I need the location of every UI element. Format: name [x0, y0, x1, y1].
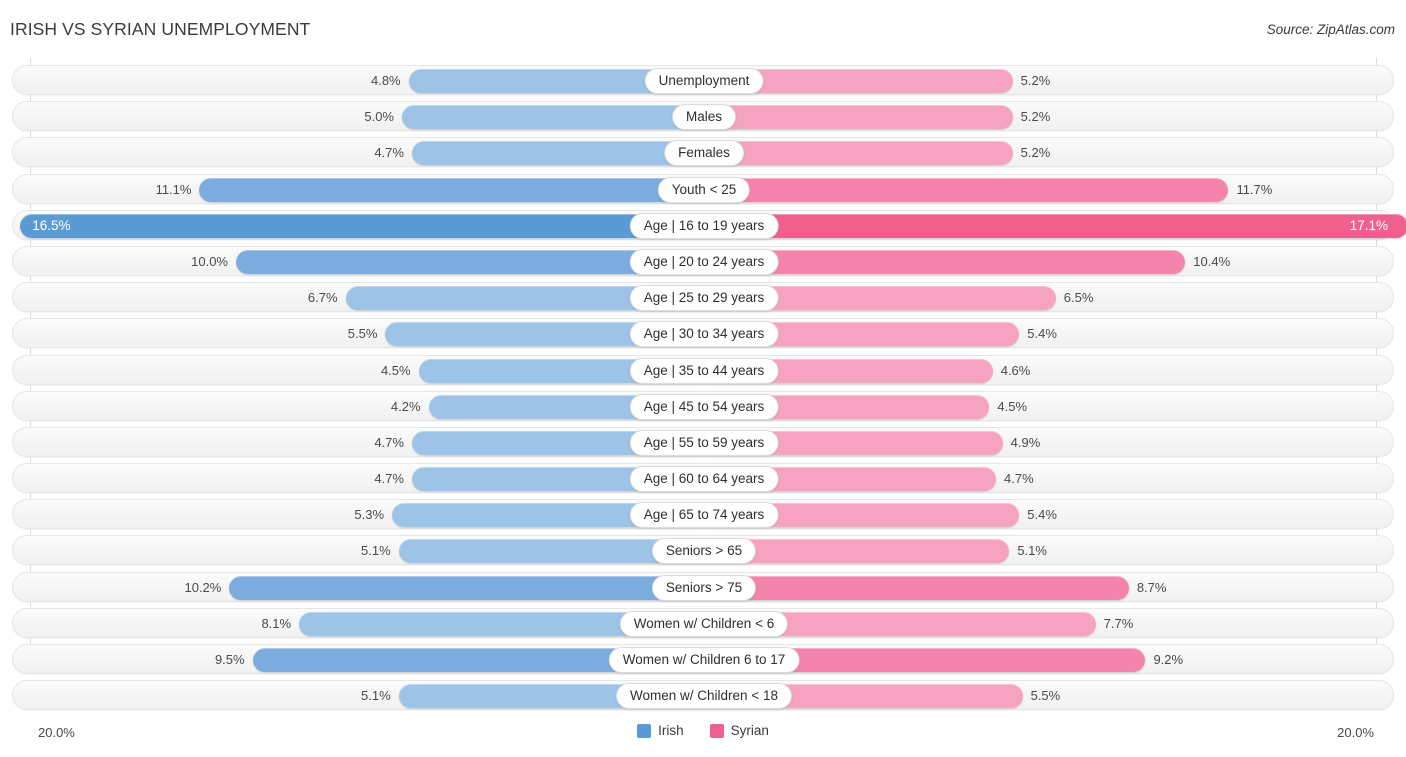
bar-row[interactable]: 5.1% 5.1% Seniors > 65 [12, 535, 1394, 566]
legend-swatch-icon [637, 723, 652, 738]
category-label[interactable]: Age | 65 to 74 years [629, 502, 779, 529]
category-label[interactable]: Age | 45 to 54 years [629, 393, 779, 420]
category-label[interactable]: Age | 16 to 19 years [629, 212, 779, 239]
bar-value-syrian: 5.2% [1020, 145, 1051, 161]
chart-page: IRISH VS SYRIAN UNEMPLOYMENT Source: Zip… [0, 0, 1406, 757]
source-attribution: Source: ZipAtlas.com [1266, 22, 1395, 37]
bar-value-irish: 10.0% [191, 253, 228, 269]
legend-item[interactable]: Irish [637, 723, 684, 738]
chart-footer: 20.0% 20.0% Irish Syrian [0, 711, 1406, 757]
legend-label: Irish [658, 723, 684, 738]
bar-value-syrian: 4.6% [1000, 362, 1031, 378]
category-label[interactable]: Seniors > 75 [651, 574, 757, 601]
bar-value-irish: 4.8% [370, 73, 401, 88]
category-label[interactable]: Age | 55 to 59 years [629, 429, 779, 456]
bar-row[interactable]: 4.2% 4.5% Age | 45 to 54 years [12, 390, 1394, 421]
bar-syrian [704, 177, 1229, 202]
bar-value-syrian: 7.7% [1103, 615, 1134, 631]
bar-value-syrian: 5.5% [1030, 688, 1061, 704]
bar-syrian [704, 105, 1013, 130]
bar-row[interactable]: 10.0% 10.4% Age | 20 to 24 years [12, 245, 1394, 276]
bar-value-irish: 4.7% [374, 434, 404, 450]
bar-row[interactable]: 8.1% 7.7% Women w/ Children < 6 [12, 607, 1394, 638]
bar-value-syrian: 5.2% [1020, 73, 1051, 88]
bar-value-irish: 16.5% [32, 217, 71, 233]
bar-row[interactable]: 4.8% 5.2% Unemployment [12, 65, 1394, 95]
category-label[interactable]: Age | 60 to 64 years [629, 466, 779, 493]
legend-label: Syrian [730, 723, 769, 738]
bar-row[interactable]: 10.2% 8.7% Seniors > 75 [12, 571, 1394, 602]
chart-legend: Irish Syrian [0, 723, 1406, 738]
bar-row[interactable]: 4.7% 5.2% Females [12, 137, 1394, 168]
bar-row[interactable]: 5.1% 5.5% Women w/ Children < 18 [12, 680, 1394, 711]
category-label[interactable]: Unemployment [644, 68, 764, 94]
bar-value-irish: 9.5% [214, 652, 245, 667]
chart-header: IRISH VS SYRIAN UNEMPLOYMENT Source: Zip… [0, 0, 1406, 58]
category-label[interactable]: Age | 35 to 44 years [629, 357, 779, 384]
bar-value-irish: 11.1% [155, 181, 192, 197]
bar-value-syrian: 4.9% [1010, 434, 1041, 450]
category-label[interactable]: Seniors > 65 [651, 538, 757, 565]
bar-row[interactable]: 5.0% 5.2% Males [12, 101, 1394, 132]
category-label[interactable]: Age | 30 to 34 years [629, 321, 779, 348]
bar-row[interactable]: 5.5% 5.4% Age | 30 to 34 years [12, 318, 1394, 349]
bar-value-syrian: 17.1% [1349, 217, 1388, 233]
page-title: IRISH VS SYRIAN UNEMPLOYMENT [10, 19, 311, 39]
bar-row[interactable]: 4.7% 4.9% Age | 55 to 59 years [12, 426, 1394, 457]
category-label[interactable]: Youth < 25 [657, 176, 751, 203]
bar-syrian [704, 213, 1406, 238]
bar-irish [229, 575, 704, 600]
bar-value-irish: 5.5% [347, 326, 378, 342]
category-label[interactable]: Women w/ Children < 6 [619, 610, 789, 637]
bar-value-syrian: 10.4% [1193, 253, 1231, 269]
bar-value-syrian: 5.4% [1027, 507, 1057, 523]
bar-value-syrian: 4.5% [997, 398, 1028, 414]
bar-row[interactable]: 9.5% 9.2% Women w/ Children 6 to 17 [12, 644, 1394, 674]
bar-value-syrian: 8.7% [1136, 579, 1167, 595]
bar-rows-container: 4.8% 5.2% Unemployment 5.0% 5.2% Males 4.7% 5.2… [12, 65, 1406, 716]
bar-value-syrian: 5.1% [1017, 543, 1047, 559]
bar-value-irish: 5.0% [364, 109, 394, 125]
chart-plot-area: 4.8% 5.2% Unemployment 5.0% 5.2% Males 4.7% 5.2… [0, 58, 1406, 718]
bar-value-syrian: 5.4% [1027, 326, 1057, 342]
bar-row[interactable]: 4.7% 4.7% Age | 60 to 64 years [12, 463, 1394, 494]
bar-value-irish: 10.2% [184, 579, 222, 595]
bar-irish [402, 105, 704, 130]
bar-row[interactable]: 5.3% 5.4% Age | 65 to 74 years [12, 499, 1394, 530]
bar-irish [20, 213, 704, 238]
bar-irish [199, 177, 704, 202]
bar-syrian [704, 141, 1013, 166]
bar-value-irish: 6.7% [307, 290, 338, 306]
legend-item[interactable]: Syrian [709, 723, 769, 738]
category-label[interactable]: Females [664, 140, 744, 167]
bar-irish [411, 141, 704, 166]
bar-value-syrian: 6.5% [1063, 290, 1094, 306]
bar-value-irish: 8.1% [261, 615, 292, 631]
category-label[interactable]: Women w/ Children < 18 [616, 683, 792, 710]
bar-row[interactable]: 16.5% 17.1% Age | 16 to 19 years [12, 209, 1406, 240]
category-label[interactable]: Women w/ Children 6 to 17 [608, 647, 800, 673]
category-label[interactable]: Age | 20 to 24 years [629, 248, 779, 275]
bar-row[interactable]: 6.7% 6.5% Age | 25 to 29 years [12, 282, 1394, 313]
bar-value-irish: 5.1% [361, 543, 391, 559]
bar-value-syrian: 4.7% [1004, 471, 1034, 487]
bar-value-irish: 4.5% [380, 362, 411, 378]
bar-syrian [704, 575, 1129, 600]
bar-value-irish: 4.7% [374, 471, 404, 487]
bar-value-syrian: 9.2% [1153, 652, 1184, 667]
bar-row[interactable]: 4.5% 4.6% Age | 35 to 44 years [12, 354, 1394, 385]
bar-value-irish: 4.7% [374, 145, 404, 161]
bar-value-irish: 5.1% [361, 688, 391, 704]
bar-row[interactable]: 11.1% 11.7% Youth < 25 [12, 173, 1394, 204]
bar-value-syrian: 5.2% [1020, 109, 1051, 125]
bar-value-irish: 4.2% [390, 398, 421, 414]
bar-value-syrian: 11.7% [1236, 181, 1273, 197]
legend-swatch-icon [709, 723, 724, 738]
category-label[interactable]: Age | 25 to 29 years [629, 285, 779, 312]
bar-value-irish: 5.3% [354, 507, 385, 523]
category-label[interactable]: Males [671, 104, 737, 131]
